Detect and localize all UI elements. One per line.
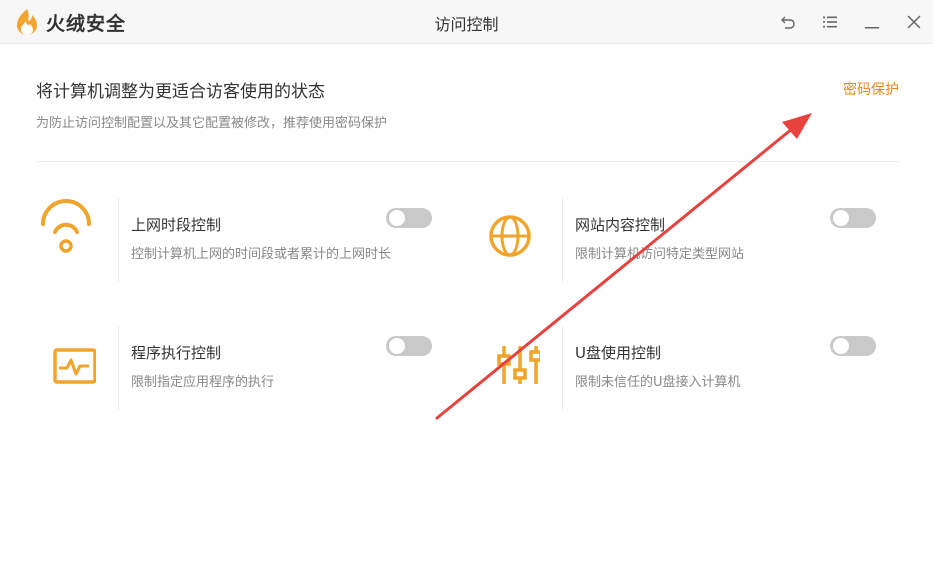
sliders-icon <box>497 346 540 384</box>
item-separator <box>562 326 563 410</box>
item-title: U盘使用控制 <box>575 344 661 362</box>
toggle-knob <box>389 338 405 354</box>
control-item-usb: U盘使用控制 限制未信任的U盘接入计算机 <box>480 326 880 426</box>
toggle-knob <box>833 210 849 226</box>
menu-icon <box>823 16 837 28</box>
close-button[interactable] <box>904 12 924 32</box>
website-content-toggle[interactable] <box>830 208 876 228</box>
item-separator <box>562 198 563 282</box>
minimize-icon <box>865 27 879 29</box>
toggle-knob <box>833 338 849 354</box>
back-icon <box>781 16 795 29</box>
minimize-button[interactable] <box>862 12 882 32</box>
title-bar: 火绒安全 访问控制 <box>0 0 933 44</box>
item-title: 上网时段控制 <box>131 216 222 234</box>
close-icon <box>907 15 921 29</box>
monitor-pulse-icon <box>53 348 96 384</box>
item-separator <box>118 326 119 410</box>
program-execution-toggle[interactable] <box>386 336 432 356</box>
item-title: 网站内容控制 <box>575 216 666 234</box>
wifi-icon <box>41 199 91 253</box>
menu-button[interactable] <box>820 12 840 32</box>
control-item-website-content: 网站内容控制 限制计算机访问特定类型网站 <box>480 198 880 298</box>
toggle-knob <box>389 210 405 226</box>
usb-toggle[interactable] <box>830 336 876 356</box>
page-title: 将计算机调整为更适合访客使用的状态 <box>36 82 325 102</box>
item-separator <box>118 198 119 282</box>
item-description: 限制未信任的U盘接入计算机 <box>575 375 741 390</box>
item-description: 控制计算机上网的时间段或者累计的上网时长 <box>131 247 392 262</box>
password-protection-link[interactable]: 密码保护 <box>843 79 899 99</box>
item-description: 限制指定应用程序的执行 <box>131 375 275 390</box>
control-item-internet-time: 上网时段控制 控制计算机上网的时间段或者累计的上网时长 <box>36 198 436 298</box>
divider <box>36 161 900 162</box>
item-title: 程序执行控制 <box>131 344 222 362</box>
control-item-program-execution: 程序执行控制 限制指定应用程序的执行 <box>36 326 436 426</box>
back-button[interactable] <box>778 12 798 32</box>
item-description: 限制计算机访问特定类型网站 <box>575 247 745 262</box>
globe-icon <box>489 215 531 257</box>
internet-time-toggle[interactable] <box>386 208 432 228</box>
page-subtitle: 为防止访问控制配置以及其它配置被修改，推荐使用密码保护 <box>36 116 388 131</box>
